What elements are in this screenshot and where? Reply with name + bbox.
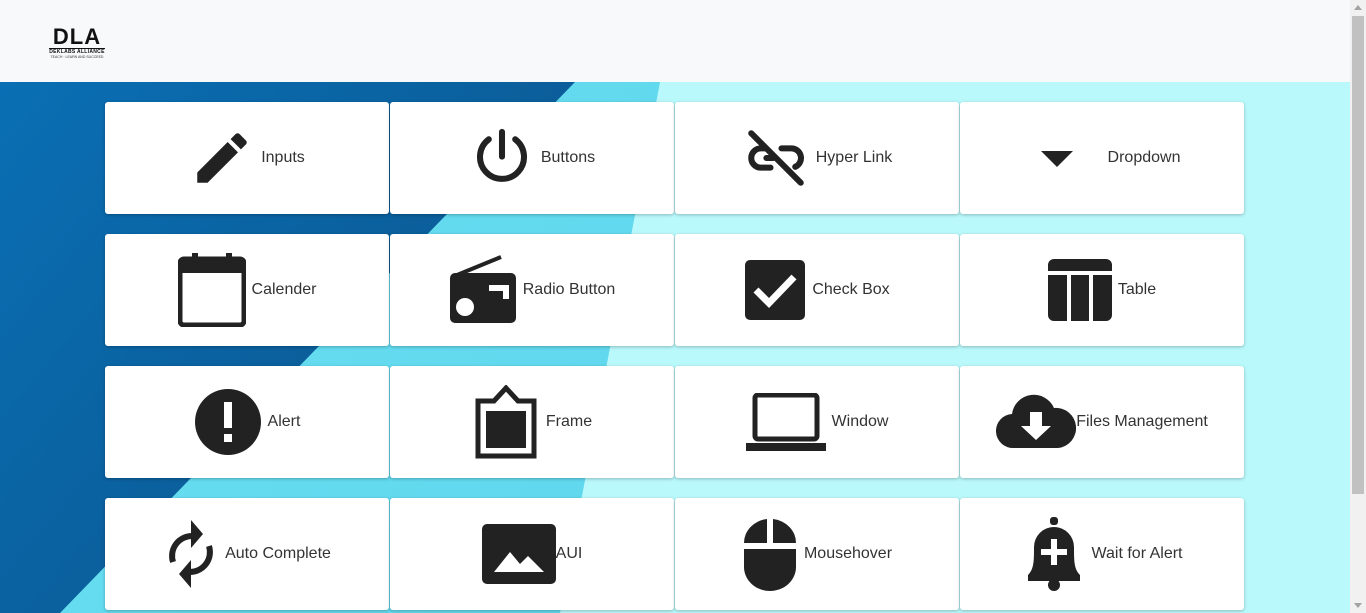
calendar-icon: [177, 253, 246, 327]
mouse-icon: [742, 517, 798, 591]
image-icon: [481, 524, 556, 584]
card-label: Calender: [251, 281, 317, 298]
scrollbar-thumb[interactable]: [1352, 16, 1364, 494]
card-dropdown[interactable]: Dropdown: [960, 102, 1244, 214]
card-label: Frame: [545, 413, 593, 430]
card-wait-for-alert[interactable]: Wait for Alert: [960, 498, 1244, 610]
card-label: Radio Button: [522, 281, 616, 298]
laptop-icon: [745, 393, 826, 451]
scroll-down-icon[interactable]: [1354, 603, 1362, 608]
card-window[interactable]: Window: [675, 366, 959, 478]
card-label: Table: [1117, 281, 1157, 298]
card-radio-button[interactable]: Radio Button: [390, 234, 674, 346]
card-table[interactable]: Table: [960, 234, 1244, 346]
frame-icon: [472, 385, 540, 459]
card-buttons[interactable]: Buttons: [390, 102, 674, 214]
card-hyper-link[interactable]: Hyper Link: [675, 102, 959, 214]
card-inputs[interactable]: Inputs: [105, 102, 389, 214]
arrow-drop-down-icon: [1024, 148, 1090, 168]
cloud-download-icon: [996, 394, 1077, 450]
power-icon: [469, 125, 535, 191]
card-calender[interactable]: Calender: [105, 234, 389, 346]
table-icon: [1047, 259, 1112, 321]
bell-plus-icon: [1022, 517, 1086, 591]
card-label: Files Management: [1076, 413, 1208, 430]
logo-subtitle: DEKLABS ALLIANCE: [49, 48, 105, 55]
logo-text: DLA: [52, 24, 102, 49]
card-label: Wait for Alert: [1091, 545, 1183, 562]
dla-logo[interactable]: DLA DEKLABS ALLIANCE TEACH · LEARN AND S…: [48, 26, 106, 60]
link-off-icon: [742, 125, 810, 191]
alert-circle-icon: [194, 388, 262, 456]
card-label: Dropdown: [1107, 149, 1181, 166]
card-aui[interactable]: AUI: [390, 498, 674, 610]
check-box-icon: [744, 259, 806, 321]
card-mousehover[interactable]: Mousehover: [675, 498, 959, 610]
card-label: Alert: [267, 413, 301, 430]
card-check-box[interactable]: Check Box: [675, 234, 959, 346]
card-auto-complete[interactable]: Auto Complete: [105, 498, 389, 610]
card-label: Hyper Link: [815, 149, 893, 166]
card-label: Mousehover: [803, 545, 893, 562]
card-frame[interactable]: Frame: [390, 366, 674, 478]
top-header: DLA DEKLABS ALLIANCE TEACH · LEARN AND S…: [0, 0, 1350, 82]
radio-icon: [449, 255, 517, 325]
card-label: Check Box: [812, 281, 890, 298]
vertical-scrollbar[interactable]: [1350, 0, 1366, 613]
pencil-icon: [189, 125, 255, 191]
menu-grid: Inputs Buttons Hyper Link Dropdown Calen…: [105, 102, 1245, 610]
card-label: Window: [831, 413, 889, 430]
logo-tagline: TEACH · LEARN AND SUCCEED: [50, 55, 104, 59]
card-files-management[interactable]: Files Management: [960, 366, 1244, 478]
card-label: Inputs: [261, 149, 305, 166]
card-label: AUI: [555, 545, 583, 562]
refresh-icon: [163, 518, 219, 590]
card-label: Auto Complete: [225, 545, 331, 562]
scroll-up-icon[interactable]: [1354, 5, 1362, 10]
card-alert[interactable]: Alert: [105, 366, 389, 478]
card-label: Buttons: [540, 149, 596, 166]
